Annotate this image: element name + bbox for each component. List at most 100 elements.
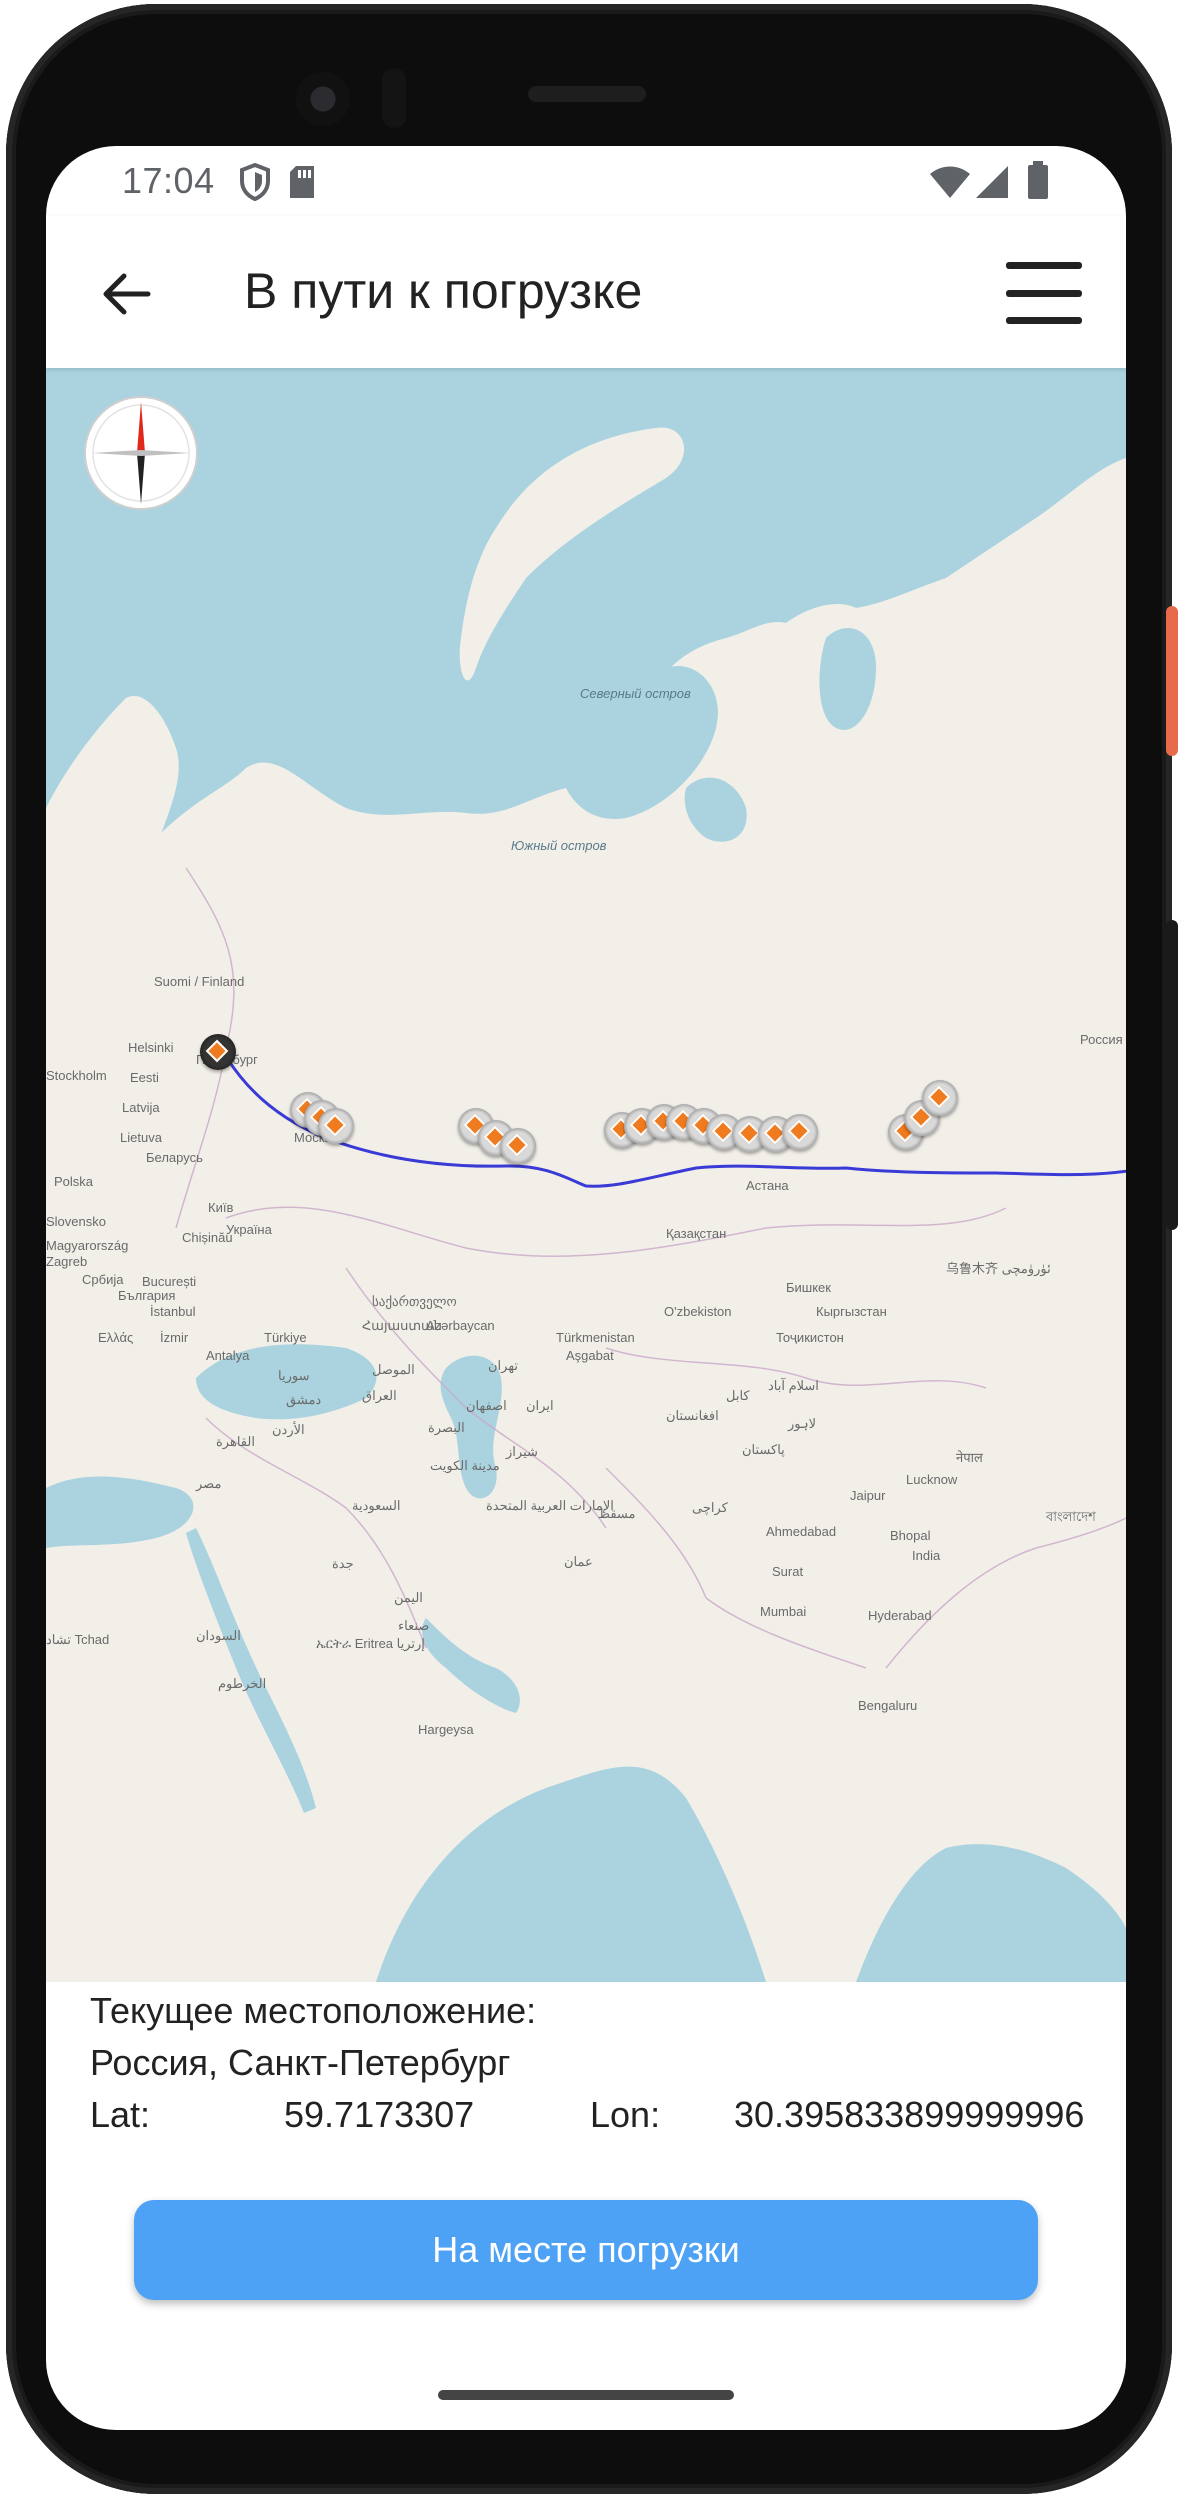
label-helsinki: Helsinki bbox=[128, 1040, 174, 1055]
compass-button[interactable] bbox=[82, 394, 200, 512]
proximity-sensor bbox=[382, 68, 406, 128]
home-indicator[interactable] bbox=[438, 2390, 734, 2400]
label-kyrgyzstan: Кыргызстан bbox=[816, 1304, 887, 1319]
volume-button bbox=[1166, 920, 1178, 1230]
map-marker[interactable] bbox=[318, 1108, 354, 1144]
label-bucuresti: București bbox=[142, 1274, 197, 1289]
label-qahira: القاهرة bbox=[216, 1434, 255, 1449]
back-button[interactable] bbox=[92, 260, 160, 328]
label-chad: تشاد Tchad bbox=[46, 1632, 110, 1647]
map-marker[interactable] bbox=[500, 1128, 536, 1164]
map-tiles bbox=[46, 368, 1126, 1982]
label-hyderabad: Hyderabad bbox=[868, 1608, 932, 1623]
at-loading-place-button[interactable]: На месте погрузки bbox=[134, 2200, 1038, 2300]
label-eesti: Eesti bbox=[130, 1070, 159, 1085]
label-iraq: العراق bbox=[362, 1388, 397, 1403]
lon-label: Lon: bbox=[590, 2094, 661, 2135]
label-surat: Surat bbox=[772, 1564, 804, 1579]
lon-value: 30.395833899999996 bbox=[734, 2094, 1085, 2135]
label-ahmedabad: Ahmedabad bbox=[766, 1524, 837, 1539]
label-chisinau: Chișinău bbox=[182, 1230, 233, 1245]
location-place: Россия, Санкт-Петербург bbox=[90, 2042, 511, 2083]
label-sanaa: صنعاء bbox=[398, 1618, 430, 1633]
label-oman: عمان bbox=[564, 1554, 593, 1569]
sd-card-icon bbox=[288, 164, 316, 205]
label-urumqi: 乌鲁木齐 ئۈرۈمچی bbox=[946, 1261, 1051, 1276]
label-misr: مصر bbox=[196, 1476, 222, 1491]
label-istanbul: İstanbul bbox=[150, 1304, 196, 1319]
label-eritrea: ኤርትራ Eritrea إرتريا bbox=[316, 1636, 425, 1651]
label-shiraz: شیراز bbox=[506, 1444, 538, 1459]
label-lietuva: Lietuva bbox=[120, 1130, 162, 1145]
label-uae: الإمارات العربية المتحدة bbox=[486, 1498, 614, 1513]
label-mosul: الموصل bbox=[372, 1362, 415, 1377]
label-belarus: Беларусь bbox=[146, 1150, 203, 1165]
label-polska: Polska bbox=[54, 1174, 94, 1189]
label-muscat: مسقط bbox=[598, 1506, 636, 1521]
label-suomi: Suomi / Finland bbox=[154, 974, 245, 989]
label-dimashq: دمشق bbox=[286, 1392, 322, 1407]
label-uzbekiston: O'zbekiston bbox=[664, 1304, 732, 1319]
label-ashgabat: Aşgabat bbox=[566, 1348, 614, 1363]
label-lucknow: Lucknow bbox=[906, 1472, 958, 1487]
label-georgia: საქართველო bbox=[372, 1294, 457, 1309]
label-kazakstan: Қазақстан bbox=[666, 1226, 727, 1241]
map-marker-start[interactable] bbox=[200, 1034, 236, 1070]
label-bulgaria: България bbox=[118, 1288, 176, 1303]
screen: 17:04 В пути к погрузке Северный остров … bbox=[46, 146, 1126, 2430]
label-pakistan: پاکستان bbox=[742, 1442, 785, 1457]
label-izmir: İzmir bbox=[160, 1330, 189, 1345]
label-severny: Северный остров bbox=[580, 686, 691, 701]
label-antalya: Antalya bbox=[206, 1348, 250, 1363]
label-rossiya: Россия bbox=[1080, 1032, 1123, 1047]
label-bhopal: Bhopal bbox=[890, 1528, 931, 1543]
hamburger-menu-icon bbox=[1006, 262, 1082, 269]
label-kuwait: مدينة الكويت bbox=[430, 1458, 500, 1473]
label-tojikiston: Тоҷикистон bbox=[776, 1330, 844, 1345]
label-afghanistan: افغانستان bbox=[666, 1408, 719, 1423]
label-zagreb: Zagreb bbox=[46, 1254, 88, 1269]
label-bishkek: Бишкек bbox=[786, 1280, 831, 1295]
lat-label: Lat: bbox=[90, 2094, 151, 2135]
label-mumbai: Mumbai bbox=[760, 1604, 807, 1619]
battery-icon bbox=[1026, 160, 1050, 205]
label-karachi: کراچی bbox=[692, 1500, 728, 1515]
label-kyiv: Київ bbox=[208, 1200, 234, 1215]
label-turkiye: Türkiye bbox=[264, 1330, 307, 1345]
label-ellas: Ελλάς bbox=[98, 1330, 134, 1345]
label-ukraina: Україна bbox=[226, 1222, 272, 1237]
shield-icon bbox=[238, 162, 272, 207]
map-view[interactable]: Северный остров Южный остров Suomi / Fin… bbox=[46, 368, 1126, 1982]
label-lahore: لاہور bbox=[788, 1416, 817, 1431]
label-azerbaycan: Azərbaycan bbox=[426, 1318, 495, 1333]
arrow-back-icon bbox=[103, 273, 151, 315]
label-sudan: السودان bbox=[196, 1628, 241, 1643]
label-stockholm: Stockholm bbox=[46, 1068, 107, 1083]
label-yemen: اليمن bbox=[394, 1590, 423, 1605]
label-kabul: کابل bbox=[726, 1388, 750, 1403]
page-title: В пути к погрузке bbox=[244, 263, 643, 319]
map-marker[interactable] bbox=[922, 1080, 958, 1116]
label-iran: ایران bbox=[526, 1398, 554, 1413]
label-srbija: Србија bbox=[82, 1272, 124, 1287]
label-magyarorszag: Magyarország bbox=[46, 1238, 129, 1253]
power-button bbox=[1166, 606, 1178, 756]
menu-button[interactable] bbox=[1006, 262, 1082, 324]
status-bar: 17:04 bbox=[46, 146, 1126, 216]
signal-icon bbox=[974, 164, 1010, 205]
label-india: India bbox=[912, 1548, 941, 1563]
map-marker[interactable] bbox=[782, 1114, 818, 1150]
wifi-icon bbox=[928, 164, 972, 205]
app-bar: В пути к погрузке bbox=[46, 216, 1126, 368]
front-camera bbox=[296, 72, 350, 126]
label-bangladesh: বাংলাদেশ bbox=[1046, 1509, 1096, 1524]
status-time: 17:04 bbox=[122, 160, 215, 201]
compass-icon bbox=[84, 396, 198, 510]
label-tehran: تهران bbox=[488, 1358, 518, 1373]
lat-value: 59.7173307 bbox=[284, 2094, 475, 2135]
label-nepal: नेपाल bbox=[956, 1450, 983, 1465]
label-jeddah: جدة bbox=[332, 1556, 354, 1571]
label-khartoum: الخرطوم bbox=[218, 1676, 267, 1691]
label-saudi: السعودية bbox=[352, 1498, 401, 1513]
label-jaipur: Jaipur bbox=[850, 1488, 886, 1503]
